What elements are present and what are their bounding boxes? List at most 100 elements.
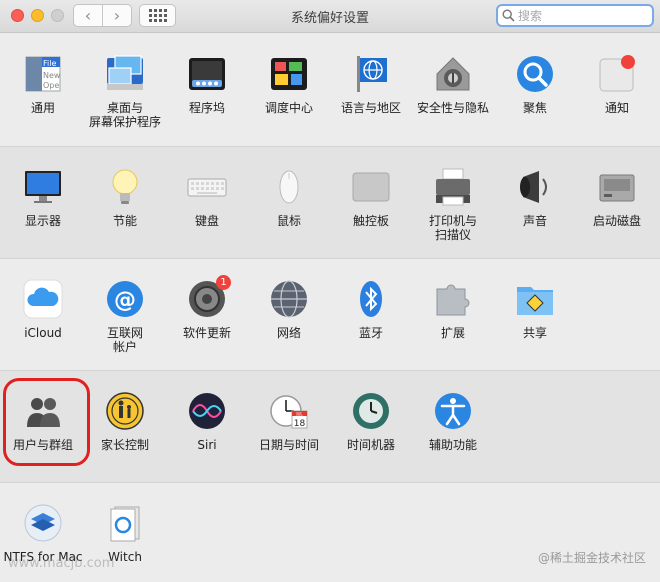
displays-icon — [23, 167, 63, 207]
pref-printers-scanners[interactable]: 打印机与 扫描仪 — [412, 147, 494, 242]
pref-label: 桌面与 屏幕保护程序 — [88, 101, 161, 129]
pref-label: 启动磁盘 — [592, 214, 641, 228]
energy-saver-icon — [105, 167, 145, 207]
notifications-icon — [597, 54, 637, 94]
section-system: 用户与群组 家长控制 Siri JUL 18 日期与时间 时间机器 辅助功能 — [0, 370, 660, 482]
general-icon-open-text: Ope — [43, 81, 59, 90]
desktop-screensaver-icon — [105, 54, 145, 94]
credit-text: @稀土掘金技术社区 — [537, 551, 646, 565]
siri-icon — [187, 391, 227, 431]
pref-label: 聚焦 — [522, 101, 547, 115]
section-internet-wireless: iCloud @ 互联网 帐户 1 软件更新 网络 蓝牙 扩展 共享 — [0, 258, 660, 370]
keyboard-icon — [187, 167, 227, 207]
search-field[interactable] — [496, 4, 654, 27]
pref-mouse[interactable]: 鼠标 — [248, 147, 330, 228]
startup-disk-icon — [597, 167, 637, 207]
pref-label: 共享 — [522, 326, 547, 340]
pref-general[interactable]: File New Ope 通用 — [2, 34, 84, 115]
pref-label: 日期与时间 — [258, 438, 319, 452]
mouse-icon — [269, 167, 309, 207]
pref-ntfs-for-mac[interactable]: NTFS for Mac — [2, 483, 84, 564]
pref-displays[interactable]: 显示器 — [2, 147, 84, 228]
pref-label: 语言与地区 — [340, 101, 401, 115]
pref-label: 网络 — [276, 326, 301, 340]
title-bar: ‹ › 系统偏好设置 — [0, 0, 660, 33]
sound-icon — [515, 167, 555, 207]
pref-label: 安全性与隐私 — [416, 101, 489, 115]
pref-bluetooth[interactable]: 蓝牙 — [330, 259, 412, 340]
pref-startup-disk[interactable]: 启动磁盘 — [576, 147, 658, 228]
mission-control-icon — [269, 54, 309, 94]
spotlight-icon — [515, 54, 555, 94]
pref-desktop-screensaver[interactable]: 桌面与 屏幕保护程序 — [84, 34, 166, 129]
trackpad-icon — [351, 167, 391, 207]
update-count-badge: 1 — [216, 275, 231, 290]
general-icon-file-text: File — [43, 59, 56, 68]
network-icon — [269, 279, 309, 319]
section-hardware: 显示器 节能 键盘 鼠标 触控板 打印机与 扫描仪 声音 启动磁盘 — [0, 146, 660, 258]
pref-label: 键盘 — [194, 214, 219, 228]
accessibility-icon — [433, 391, 473, 431]
pref-language-region[interactable]: 语言与地区 — [330, 34, 412, 115]
svg-text:@: @ — [114, 288, 136, 313]
printer-scanner-icon — [433, 167, 473, 207]
internet-accounts-icon: @ — [105, 279, 145, 319]
calendar-day: 18 — [294, 419, 306, 429]
pref-label: 声音 — [522, 214, 547, 228]
users-groups-highlight-ring — [3, 378, 90, 466]
extensions-icon — [433, 279, 473, 319]
language-region-icon — [351, 54, 391, 94]
pref-label: 节能 — [112, 214, 137, 228]
pref-label: 互联网 帐户 — [106, 326, 143, 354]
pref-label: Siri — [197, 438, 217, 452]
watermark: www.macjb.com — [8, 556, 115, 571]
pref-label: 扩展 — [440, 326, 465, 340]
pref-internet-accounts[interactable]: @ 互联网 帐户 — [84, 259, 166, 354]
pref-label: 显示器 — [24, 214, 61, 228]
calendar-month: JUL — [295, 412, 303, 417]
pref-mission-control[interactable]: 调度中心 — [248, 34, 330, 115]
pref-label: 通用 — [30, 101, 55, 115]
date-time-icon: JUL 18 — [269, 391, 309, 431]
pref-siri[interactable]: Siri — [166, 371, 248, 452]
pref-icloud[interactable]: iCloud — [2, 259, 84, 340]
pref-network[interactable]: 网络 — [248, 259, 330, 340]
pref-label: 时间机器 — [346, 438, 395, 452]
pref-security-privacy[interactable]: 安全性与隐私 — [412, 34, 494, 115]
pref-energy-saver[interactable]: 节能 — [84, 147, 166, 228]
pref-keyboard[interactable]: 键盘 — [166, 147, 248, 228]
pref-label: 蓝牙 — [358, 326, 383, 340]
pref-trackpad[interactable]: 触控板 — [330, 147, 412, 228]
parental-controls-icon — [105, 391, 145, 431]
pref-label: 家长控制 — [100, 438, 149, 452]
pref-witch[interactable]: Witch — [84, 483, 166, 564]
pref-parental-controls[interactable]: 家长控制 — [84, 371, 166, 452]
pref-sound[interactable]: 声音 — [494, 147, 576, 228]
witch-icon — [105, 503, 145, 543]
pref-extensions[interactable]: 扩展 — [412, 259, 494, 340]
pref-label: 鼠标 — [276, 214, 301, 228]
general-icon: File New Ope — [23, 54, 63, 94]
pref-label: 软件更新 — [182, 326, 231, 340]
time-machine-icon — [351, 391, 391, 431]
security-privacy-icon — [433, 54, 473, 94]
pref-date-time[interactable]: JUL 18 日期与时间 — [248, 371, 330, 452]
pref-spotlight[interactable]: 聚焦 — [494, 34, 576, 115]
icloud-icon — [23, 279, 63, 319]
pref-notifications[interactable]: 通知 — [576, 34, 658, 115]
general-icon-new-text: New — [43, 71, 61, 80]
pref-software-update[interactable]: 1 软件更新 — [166, 259, 248, 340]
software-update-icon: 1 — [187, 275, 231, 319]
bluetooth-icon — [351, 279, 391, 319]
pref-dock[interactable]: 程序坞 — [166, 34, 248, 115]
pref-time-machine[interactable]: 时间机器 — [330, 371, 412, 452]
section-personal: File New Ope 通用 桌面与 屏幕保护程序 程序坞 调度中心 语言与地… — [0, 34, 660, 146]
magnifier-icon — [502, 9, 515, 22]
pref-accessibility[interactable]: 辅助功能 — [412, 371, 494, 452]
pref-label: 触控板 — [352, 214, 389, 228]
pref-sharing[interactable]: 共享 — [494, 259, 576, 340]
dock-icon — [187, 54, 227, 94]
ntfs-for-mac-icon — [23, 503, 63, 543]
search-input[interactable] — [518, 8, 648, 23]
pref-label: iCloud — [24, 326, 62, 340]
